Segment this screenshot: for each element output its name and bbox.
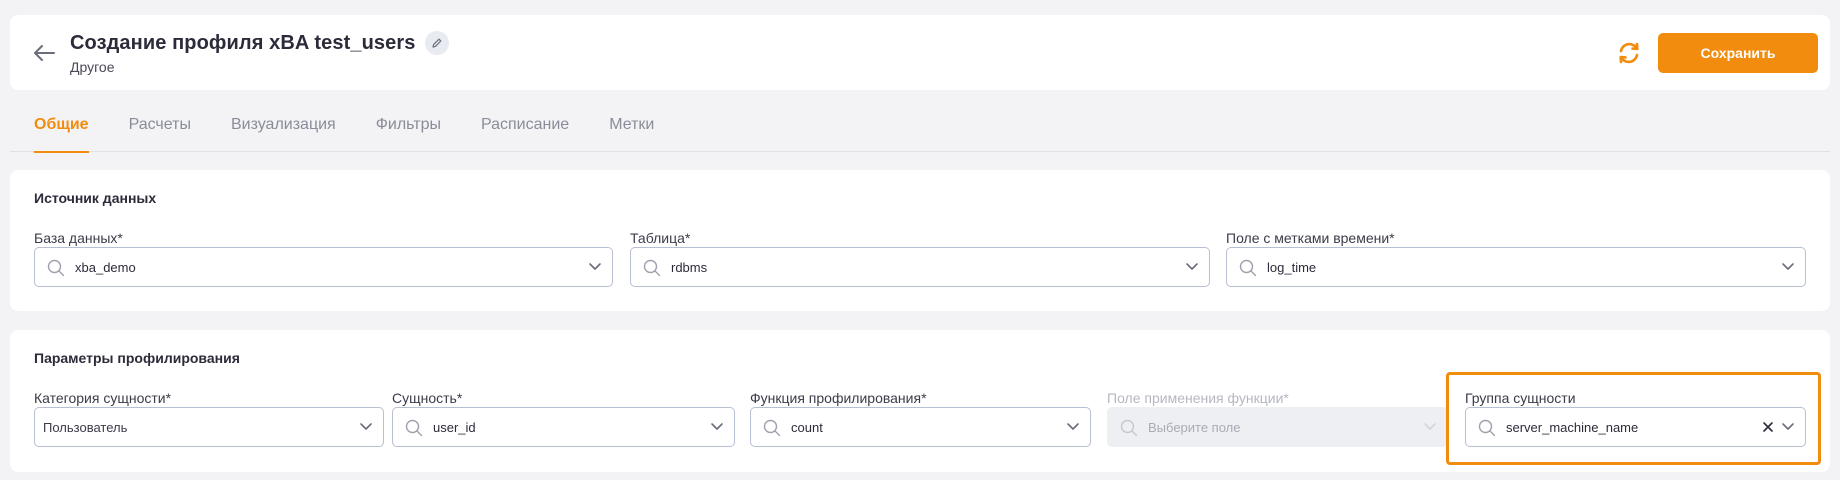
entity-group-label: Группа сущности <box>1465 390 1576 406</box>
search-icon <box>763 419 781 437</box>
chevron-down-icon <box>360 423 372 430</box>
chevron-down-icon <box>1782 263 1794 270</box>
table-label: Таблица* <box>630 230 691 246</box>
chevron-down-icon <box>1186 263 1198 270</box>
entity-group-value: server_machine_name <box>1506 419 1639 435</box>
tab-schedule[interactable]: Расписание <box>461 100 589 152</box>
database-value: xba_demo <box>75 259 136 275</box>
profiling-card: Параметры профилирования Категория сущно… <box>10 330 1830 472</box>
function-field-placeholder: Выберите поле <box>1148 419 1241 435</box>
chevron-down-icon <box>711 423 723 430</box>
clear-icon[interactable] <box>1761 420 1775 434</box>
chevron-down-icon <box>1782 423 1794 430</box>
pencil-icon <box>432 38 442 48</box>
datasource-card: Источник данных База данных* xba_demo Та… <box>10 170 1830 311</box>
database-select[interactable]: xba_demo <box>34 247 613 287</box>
tab-bar: Общие Расчеты Визуализация Фильтры Распи… <box>10 100 1830 153</box>
tab-filters[interactable]: Фильтры <box>356 100 461 152</box>
save-button[interactable]: Сохранить <box>1658 33 1818 73</box>
chevron-down-icon <box>589 263 601 270</box>
header-card: Создание профиля xBA test_users Другое С… <box>10 15 1830 90</box>
search-icon <box>1239 259 1257 277</box>
function-value: count <box>791 419 823 435</box>
search-icon <box>47 259 65 277</box>
entity-category-select[interactable]: Пользователь <box>34 407 384 447</box>
entity-select[interactable]: user_id <box>392 407 735 447</box>
entity-group-select[interactable]: server_machine_name <box>1465 407 1806 447</box>
table-select[interactable]: rdbms <box>630 247 1210 287</box>
table-value: rdbms <box>671 259 708 275</box>
tab-general[interactable]: Общие <box>10 100 109 153</box>
search-icon <box>1478 419 1496 437</box>
time-field-value: log_time <box>1267 259 1317 275</box>
chevron-down-icon <box>1067 423 1079 430</box>
database-label: База данных* <box>34 230 123 246</box>
function-field-select: Выберите поле <box>1107 407 1448 447</box>
search-icon <box>405 419 423 437</box>
entity-value: user_id <box>433 419 476 435</box>
back-arrow-icon[interactable] <box>32 43 56 63</box>
profiling-section-title: Параметры профилирования <box>34 350 240 366</box>
datasource-section-title: Источник данных <box>34 190 157 206</box>
refresh-icon[interactable] <box>1616 40 1642 66</box>
search-icon <box>643 259 661 277</box>
tab-tags[interactable]: Метки <box>589 100 674 152</box>
chevron-down-icon <box>1424 423 1436 430</box>
search-icon <box>1120 419 1138 437</box>
function-select[interactable]: count <box>750 407 1091 447</box>
entity-category-label: Категория сущности* <box>34 390 172 406</box>
time-field-label: Поле с метками времени* <box>1226 230 1395 246</box>
time-field-select[interactable]: log_time <box>1226 247 1806 287</box>
page-title: Создание профиля xBA test_users <box>70 31 416 54</box>
function-field-label: Поле применения функции* <box>1107 390 1289 406</box>
title-row: Создание профиля xBA test_users <box>70 31 450 55</box>
function-label: Функция профилирования* <box>750 390 927 406</box>
tab-calculations[interactable]: Расчеты <box>109 100 211 152</box>
page-subtitle: Другое <box>70 59 115 75</box>
entity-label: Сущность* <box>392 390 463 406</box>
edit-title-button[interactable] <box>425 31 450 55</box>
entity-category-value: Пользователь <box>43 419 128 435</box>
tab-visualization[interactable]: Визуализация <box>211 100 356 152</box>
